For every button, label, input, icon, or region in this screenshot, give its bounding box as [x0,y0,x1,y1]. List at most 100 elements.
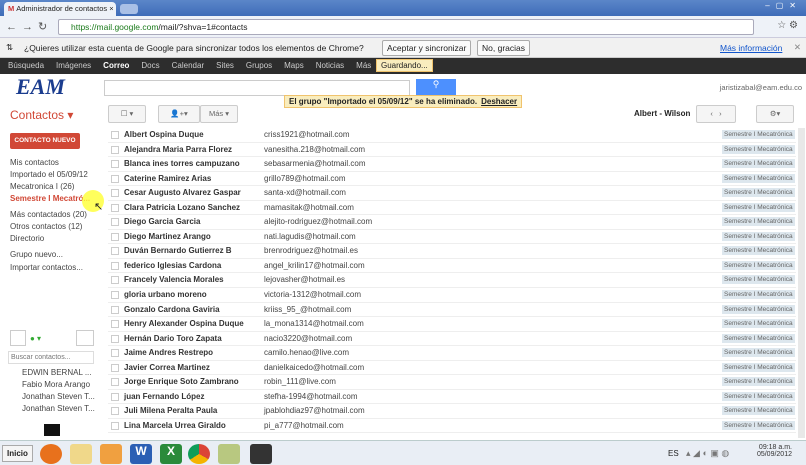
sidebar-item[interactable]: Directorio [10,234,44,243]
contact-name[interactable]: Francely Valencia Morales [124,275,224,284]
browser-tab[interactable]: M Administrador de contactos × [4,2,116,16]
camera-icon[interactable] [250,444,272,464]
firefox-icon[interactable] [40,444,62,464]
contact-name[interactable]: Caterine Ramirez Arias [124,174,211,183]
new-contact-button[interactable]: CONTACTO NUEVO [10,133,80,149]
contact-name[interactable]: Blanca ines torres campuzano [124,159,240,168]
contact-name[interactable]: Javier Correa Martinez [124,363,210,372]
contact-name[interactable]: Alejandra Maria Parra Florez [124,145,232,154]
chrome-icon[interactable] [188,444,210,464]
contact-name[interactable]: Albert Ospina Duque [124,130,204,139]
add-to-group-button[interactable]: 👤+▾ [158,105,200,123]
contact-name[interactable]: Clara Patricia Lozano Sanchez [124,203,240,212]
row-checkbox[interactable] [111,378,119,387]
contact-row[interactable]: Duván Bernardo Gutierrez B brenrodriguez@… [108,244,796,259]
nav-grupos[interactable]: Grupos [246,61,272,70]
contact-row[interactable]: Juli Milena Peralta Paula jpablohdiaz97@h… [108,404,796,419]
more-button[interactable]: Más ▾ [200,105,238,123]
sidebar-item[interactable]: Mis contactos [10,158,59,167]
wrench-icon[interactable]: ☆ ⚙ [777,20,798,31]
contact-row[interactable]: Blanca ines torres campuzano sebasarmenia… [108,157,796,172]
sidebar-item[interactable]: Importado el 05/09/12 [10,170,88,179]
row-checkbox[interactable] [111,145,119,154]
contact-name[interactable]: Jaime Andres Restrepo [124,348,213,357]
undo-link[interactable]: Deshacer [481,97,517,106]
contact-row[interactable]: Gonzalo Cardona Gaviria kriiss_95_@hotmai… [108,303,796,318]
contact-row[interactable]: Jaime Andres Restrepo camilo.henao@live.c… [108,346,796,361]
contact-name[interactable]: Juli Milena Peralta Paula [124,406,217,415]
window-controls[interactable]: –▢✕ [765,1,802,10]
chat-avatar[interactable] [10,330,26,346]
row-checkbox[interactable] [111,407,119,416]
contact-name[interactable]: Duván Bernardo Gutierrez B [124,246,232,255]
row-checkbox[interactable] [111,174,119,183]
row-checkbox[interactable] [111,349,119,358]
account-email[interactable]: jaristizabal@eam.edu.co [720,83,802,92]
row-checkbox[interactable] [111,189,119,198]
excel-icon[interactable]: X [160,444,182,464]
language-indicator[interactable]: ES [668,449,679,458]
row-checkbox[interactable] [111,291,119,300]
contact-name[interactable]: Gonzalo Cardona Gaviria [124,305,220,314]
contact-row[interactable]: Clara Patricia Lozano Sanchez mamasitak@h… [108,201,796,216]
tray-icons[interactable]: ▴ ◢ ◐ ▣ ◍ [686,448,729,459]
contact-row[interactable]: Cesar Augusto Alvarez Gaspar santa-xd@hot… [108,186,796,201]
chat-bubble-icon[interactable] [44,424,60,436]
row-checkbox[interactable] [111,305,119,314]
contact-name[interactable]: Hernán Dario Toro Zapata [124,334,222,343]
search-button[interactable]: ⚲ [416,79,456,96]
row-checkbox[interactable] [111,218,119,227]
nav-docs[interactable]: Docs [141,61,159,70]
contact-row[interactable]: Diego Martinez Arango nati.lagudis@hotmai… [108,230,796,245]
sidebar-item[interactable]: Semestre I Mecatró... [10,194,90,203]
sidebar-item[interactable]: Grupo nuevo... [10,250,63,259]
nav-búsqueda[interactable]: Búsqueda [8,61,44,70]
nav-imágenes[interactable]: Imágenes [56,61,91,70]
clock[interactable]: 09:18 a.m. 05/09/2012 [757,444,792,458]
decline-button[interactable]: No, gracias [477,40,530,56]
sidebar-item[interactable]: Más contactados (20) [10,210,87,219]
row-checkbox[interactable] [111,334,119,343]
settings-gear-icon[interactable]: ⚙▾ [756,105,794,123]
contact-name[interactable]: gloria urbano moreno [124,290,207,299]
contacts-menu[interactable]: Contactos ▾ [10,108,73,122]
sidebar-item[interactable]: Mecatronica I (26) [10,182,74,191]
contact-row[interactable]: juan Fernando López stefha-1994@hotmail.c… [108,390,796,405]
notes-icon[interactable] [218,444,240,464]
row-checkbox[interactable] [111,232,119,241]
status-dot-icon[interactable]: ● ▾ [30,334,41,343]
sidebar-item[interactable]: Otros contactos (12) [10,222,82,231]
nav-correo[interactable]: Correo [103,61,129,70]
chat-contact[interactable]: Jonathan Steven T... [22,392,95,401]
contact-name[interactable]: juan Fernando López [124,392,204,401]
new-tab-button[interactable] [120,4,138,14]
chat-contact[interactable]: Fabio Mora Arango [22,380,90,389]
media-player-icon[interactable] [100,444,122,464]
row-checkbox[interactable] [111,421,119,430]
nav-noticias[interactable]: Noticias [316,61,344,70]
search-input[interactable] [104,80,410,96]
row-checkbox[interactable] [111,247,119,256]
contact-row[interactable]: Javier Correa Martinez danielkaicedo@hotm… [108,361,796,376]
row-checkbox[interactable] [111,261,119,270]
contact-row[interactable]: Lina Marcela Urrea Giraldo pi_a777@hotmai… [108,419,796,434]
contact-row[interactable]: Jorge Enrique Soto Zambrano robin_111@liv… [108,375,796,390]
nav-buttons[interactable]: ←→↻ [6,20,52,33]
contact-row[interactable]: Alejandra Maria Parra Florez vanesitha.21… [108,143,796,158]
word-icon[interactable]: W [130,444,152,464]
select-checkbox-button[interactable]: ☐ ▾ [108,105,146,123]
contact-row[interactable]: gloria urbano moreno victoria-1312@hotmai… [108,288,796,303]
row-checkbox[interactable] [111,203,119,212]
chat-contact[interactable]: Jonathan Steven T... [22,404,95,413]
folder-icon[interactable] [70,444,92,464]
close-icon[interactable]: ✕ [794,42,801,53]
call-icon[interactable] [76,330,94,346]
chat-contact[interactable]: EDWIN BERNAL ... [22,368,92,377]
row-checkbox[interactable] [111,320,119,329]
contact-row[interactable]: Caterine Ramirez Arias grillo789@hotmail.… [108,172,796,187]
contact-row[interactable]: federico Iglesias Cardona angel_krilin17@… [108,259,796,274]
row-checkbox[interactable] [111,160,119,169]
sidebar-item[interactable]: Importar contactos... [10,263,83,272]
contact-row[interactable]: Diego Garcia Garcia alejito-rodriguez@hot… [108,215,796,230]
contact-row[interactable]: Francely Valencia Morales lejovasher@hotm… [108,273,796,289]
